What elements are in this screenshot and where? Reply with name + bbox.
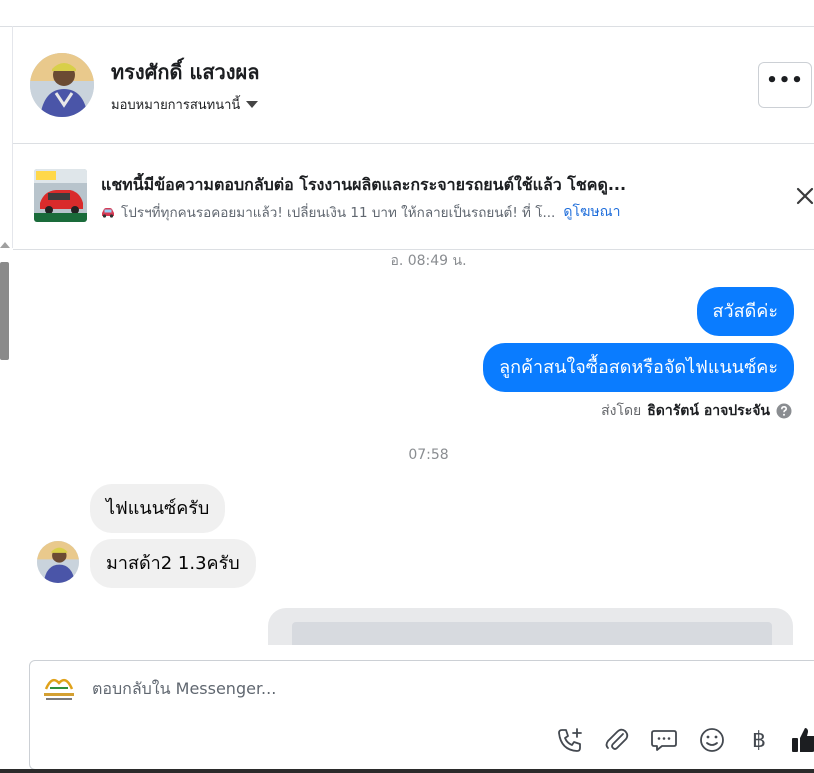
ad-reference-banner: แชทนี้มีข้อความตอบกลับต่อ โรงงานผลิตและก… (13, 144, 814, 250)
thumbs-up-icon (792, 728, 814, 752)
like-button[interactable] (790, 725, 814, 755)
contact-avatar[interactable] (30, 53, 94, 117)
assign-conversation-dropdown[interactable]: มอบหมายการสนทนานี้ (111, 94, 259, 115)
sender-name: ธิดารัตน์ อาจประจัน (647, 403, 770, 419)
assign-label: มอบหมายการสนทนานี้ (111, 98, 241, 113)
messenger-inbox-page: ทรงศักดิ์ แสวงผล มอบหมายการสนทนานี้ ••• … (0, 0, 814, 773)
image-attachment-content (292, 622, 772, 645)
ad-thumbnail[interactable] (34, 169, 87, 222)
ad-description-row: โปรฯที่ทุกคนรอคอยมาแล้ว! เปลี่ยนเงิน 11 … (101, 201, 620, 223)
emoji-icon (700, 728, 724, 752)
chat-bubble-icon (651, 730, 677, 751)
baht-icon: ฿ (752, 727, 766, 753)
page-logo (40, 673, 78, 705)
contact-name[interactable]: ทรงศักดิ์ แสวงผล (111, 56, 260, 88)
outgoing-message[interactable]: ลูกค้าสนใจซื้อสดหรือจัดไฟแนนซ์คะ (483, 343, 794, 392)
top-strip (0, 0, 814, 27)
contact-avatar-small[interactable] (37, 541, 79, 583)
call-add-icon (558, 728, 582, 752)
car-icon (101, 206, 115, 218)
ad-description: โปรฯที่ทุกคนรอคอยมาแล้ว! เปลี่ยนเงิน 11 … (121, 205, 556, 221)
help-icon[interactable] (776, 403, 792, 419)
sent-by-line: ส่งโดย ธิดารัตน์ อาจประจัน (601, 400, 792, 422)
attachment-icon (605, 728, 629, 750)
bottom-edge (0, 769, 814, 773)
sent-by-prefix: ส่งโดย (601, 403, 642, 419)
emoji-button[interactable] (697, 725, 727, 755)
message-timestamp: อ. 08:49 น. (390, 253, 467, 269)
call-add-button[interactable] (555, 725, 585, 755)
saved-replies-button[interactable] (649, 725, 679, 755)
see-ad-link[interactable]: ดูโฆษณา (563, 201, 620, 223)
outgoing-message[interactable]: สวัสดีค่ะ (696, 287, 794, 336)
message-thread: อ. 08:49 น. สวัสดีค่ะ ลูกค้าสนใจซื้อสดหร… (0, 250, 814, 645)
more-icon: ••• (766, 70, 804, 91)
message-timestamp: 07:58 (408, 447, 449, 463)
incoming-message[interactable]: ไฟแนนซ์ครับ (90, 484, 226, 533)
close-banner-button[interactable] (793, 184, 814, 208)
close-icon (796, 187, 814, 205)
chevron-down-icon (246, 101, 259, 108)
reply-composer: ฿ (29, 660, 814, 770)
scroll-up-arrow[interactable] (0, 242, 10, 248)
conversation-header: ทรงศักดิ์ แสวงผล มอบหมายการสนทนานี้ ••• (13, 27, 814, 144)
ad-title: แชทนี้มีข้อความตอบกลับต่อ โรงงานผลิตและก… (101, 175, 627, 194)
image-attachment[interactable] (268, 608, 793, 645)
more-options-button[interactable]: ••• (758, 62, 812, 108)
payment-button[interactable]: ฿ (744, 725, 774, 755)
incoming-message[interactable]: มาสด้า2 1.3ครับ (90, 539, 256, 588)
attachment-button[interactable] (602, 725, 632, 755)
reply-input[interactable] (92, 679, 692, 698)
